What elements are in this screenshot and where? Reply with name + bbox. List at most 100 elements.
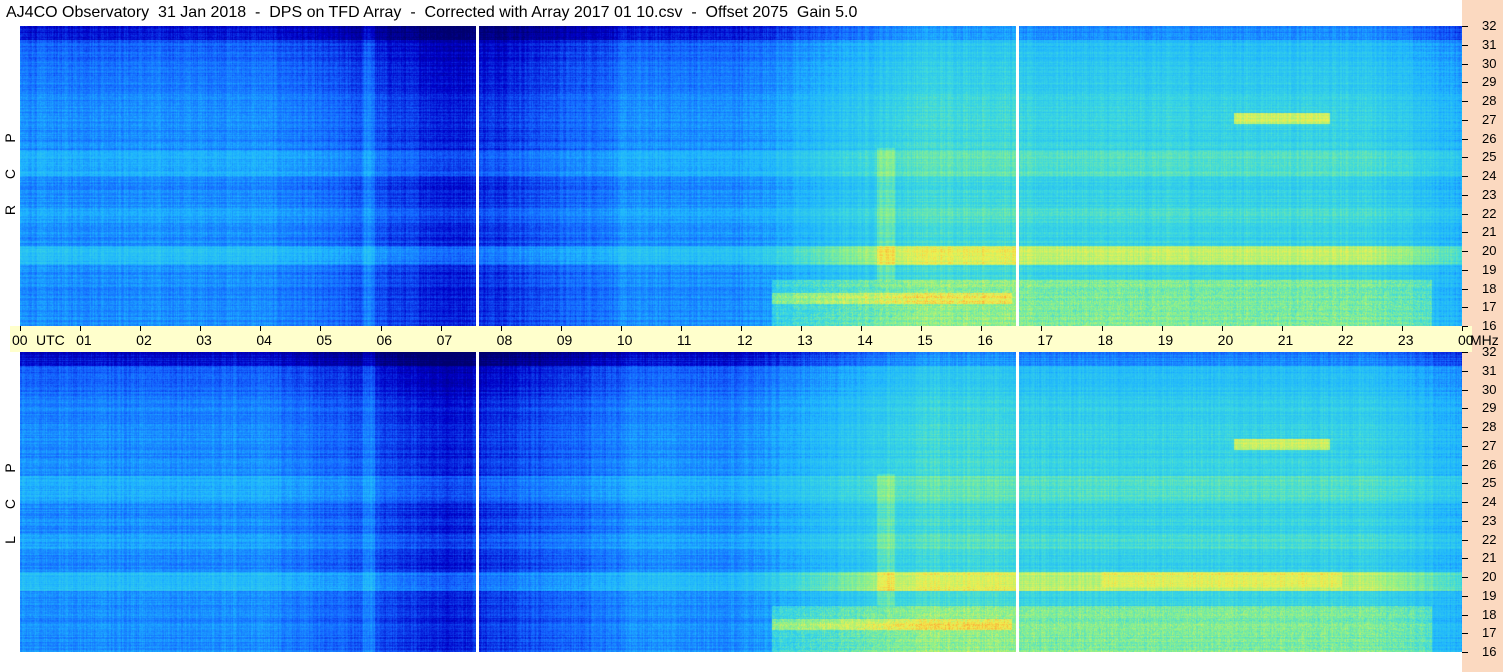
rcp-y-tick-mark-32 xyxy=(1462,26,1468,27)
rcp-y-tick-label-19: 19 xyxy=(1482,261,1497,277)
lcp-y-tick-mark-27 xyxy=(1462,445,1468,447)
lcp-y-tick-label-21: 21 xyxy=(1482,550,1497,566)
rcp-y-tick-mark-31 xyxy=(1462,44,1468,46)
lcp-y-tick-label-18: 18 xyxy=(1482,606,1497,622)
x-tick-mark-11 xyxy=(680,326,682,331)
x-tick-mark-0 xyxy=(20,326,21,331)
x-tick-label-23: 23 xyxy=(1397,332,1414,348)
lcp-y-tick-mark-18 xyxy=(1462,614,1468,616)
lcp-y-tick-label-28: 28 xyxy=(1482,419,1497,434)
x-tick-label-8: 08 xyxy=(496,332,513,348)
rcp-y-tick-label-32: 32 xyxy=(1482,18,1497,33)
x-tick-label-14: 14 xyxy=(857,332,873,348)
lcp-y-tick-label-24: 24 xyxy=(1482,494,1497,509)
x-tick-mark-18 xyxy=(1101,326,1103,331)
lcp-spectrogram xyxy=(20,352,1462,652)
rcp-y-tick-mark-20 xyxy=(1462,251,1468,252)
rcp-y-tick-label-16: 16 xyxy=(1482,318,1497,333)
lcp-y-tick-label-17: 17 xyxy=(1482,625,1497,641)
lcp-y-tick-label-26: 26 xyxy=(1482,456,1497,472)
rcp-y-tick-label-31: 31 xyxy=(1482,36,1497,52)
rcp-y-tick-label-17: 17 xyxy=(1482,299,1497,315)
rcp-y-tick-mark-17 xyxy=(1462,307,1468,309)
rcp-y-tick-mark-29 xyxy=(1462,82,1468,84)
x-tick-mark-22 xyxy=(1341,326,1343,331)
x-tick-mark-5 xyxy=(320,326,322,331)
lcp-spectrogram-canvas xyxy=(20,352,1462,652)
lcp-y-tick-label-23: 23 xyxy=(1482,512,1497,528)
x-tick-label-21: 21 xyxy=(1277,332,1294,348)
lcp-y-tick-label-20: 20 xyxy=(1482,569,1497,584)
lcp-y-tick-mark-30 xyxy=(1462,389,1468,391)
lcp-y-tick-mark-20 xyxy=(1462,577,1468,578)
lcp-y-tick-label-32: 32 xyxy=(1482,344,1497,359)
lcp-y-tick-mark-22 xyxy=(1462,539,1468,541)
lcp-y-tick-mark-23 xyxy=(1462,520,1468,522)
lcp-y-tick-label-30: 30 xyxy=(1482,381,1497,397)
lcp-y-tick-mark-16 xyxy=(1462,652,1468,653)
lcp-y-tick-label-22: 22 xyxy=(1482,531,1497,547)
x-tick-label-20: 20 xyxy=(1217,332,1234,348)
x-tick-mark-7 xyxy=(440,326,442,331)
rcp-y-tick-mark-22 xyxy=(1462,213,1468,215)
x-tick-label-6: 06 xyxy=(376,332,393,348)
x-tick-mark-15 xyxy=(921,326,923,331)
x-tick-mark-13 xyxy=(801,326,803,331)
lcp-y-tick-label-16: 16 xyxy=(1482,644,1497,659)
x-tick-mark-2 xyxy=(140,326,142,331)
lcp-y-tick-mark-24 xyxy=(1462,502,1468,503)
x-tick-label-13: 13 xyxy=(797,332,813,348)
x-tick-label-9: 09 xyxy=(556,332,573,348)
rcp-y-tick-label-24: 24 xyxy=(1482,168,1497,183)
x-tick-mark-1 xyxy=(80,326,82,331)
x-tick-label-18: 18 xyxy=(1097,332,1114,348)
x-tick-mark-10 xyxy=(620,326,622,331)
rcp-y-tick-label-28: 28 xyxy=(1482,93,1497,108)
lcp-y-tick-mark-29 xyxy=(1462,408,1468,410)
x-tick-mark-20 xyxy=(1221,326,1223,331)
lcp-marker-line-1 xyxy=(1016,352,1020,652)
x-tick-label-16: 16 xyxy=(977,332,993,348)
lcp-letter-1: P xyxy=(2,463,18,473)
lcp-letter-3: L xyxy=(2,536,18,544)
chart-title: AJ4CO Observatory 31 Jan 2018 - DPS on T… xyxy=(6,4,858,21)
rcp-y-tick-label-20: 20 xyxy=(1482,243,1497,258)
rcp-y-tick-mark-28 xyxy=(1462,101,1468,102)
rcp-y-tick-mark-30 xyxy=(1462,63,1468,65)
x-tick-label-2: 02 xyxy=(136,332,152,348)
rcp-y-tick-label-23: 23 xyxy=(1482,186,1497,202)
rcp-y-tick-label-27: 27 xyxy=(1482,111,1497,127)
x-tick-label-5: 05 xyxy=(316,332,332,348)
lcp-y-tick-mark-17 xyxy=(1462,633,1468,635)
rcp-y-tick-label-18: 18 xyxy=(1482,280,1497,296)
rcp-y-tick-mark-16 xyxy=(1462,326,1468,327)
x-tick-mark-8 xyxy=(500,326,502,331)
rcp-y-tick-mark-25 xyxy=(1462,157,1468,159)
lcp-y-tick-mark-26 xyxy=(1462,464,1468,466)
x-tick-mark-17 xyxy=(1041,326,1043,331)
rcp-y-tick-label-22: 22 xyxy=(1482,205,1497,221)
lcp-y-tick-mark-31 xyxy=(1462,370,1468,372)
x-tick-mark-4 xyxy=(260,326,262,331)
rcp-y-tick-mark-23 xyxy=(1462,194,1468,196)
rcp-marker-line-1 xyxy=(1016,26,1020,326)
rcp-y-tick-mark-27 xyxy=(1462,119,1468,121)
x-tick-mark-14 xyxy=(861,326,863,331)
x-tick-mark-3 xyxy=(200,326,202,331)
x-tick-label-17: 17 xyxy=(1037,332,1053,348)
rcp-y-tick-mark-21 xyxy=(1462,232,1468,234)
title-bar: AJ4CO Observatory 31 Jan 2018 - DPS on T… xyxy=(0,0,1462,26)
x-tick-label-4: 04 xyxy=(256,332,272,348)
x-tick-label-22: 22 xyxy=(1337,332,1354,348)
x-tick-label-15: 15 xyxy=(917,332,933,348)
x-tick-label-1: 01 xyxy=(76,332,92,348)
rcp-y-tick-mark-24 xyxy=(1462,176,1468,177)
rcp-y-tick-label-26: 26 xyxy=(1482,130,1497,146)
x-tick-label-3: 03 xyxy=(196,332,212,348)
rcp-y-tick-mark-19 xyxy=(1462,269,1468,271)
rcp-marker-line-0 xyxy=(475,26,479,326)
rcp-y-tick-label-29: 29 xyxy=(1482,74,1497,90)
lcp-y-tick-mark-32 xyxy=(1462,352,1468,353)
x-tick-label-7: 07 xyxy=(436,332,453,348)
lcp-y-tick-label-31: 31 xyxy=(1482,362,1497,378)
